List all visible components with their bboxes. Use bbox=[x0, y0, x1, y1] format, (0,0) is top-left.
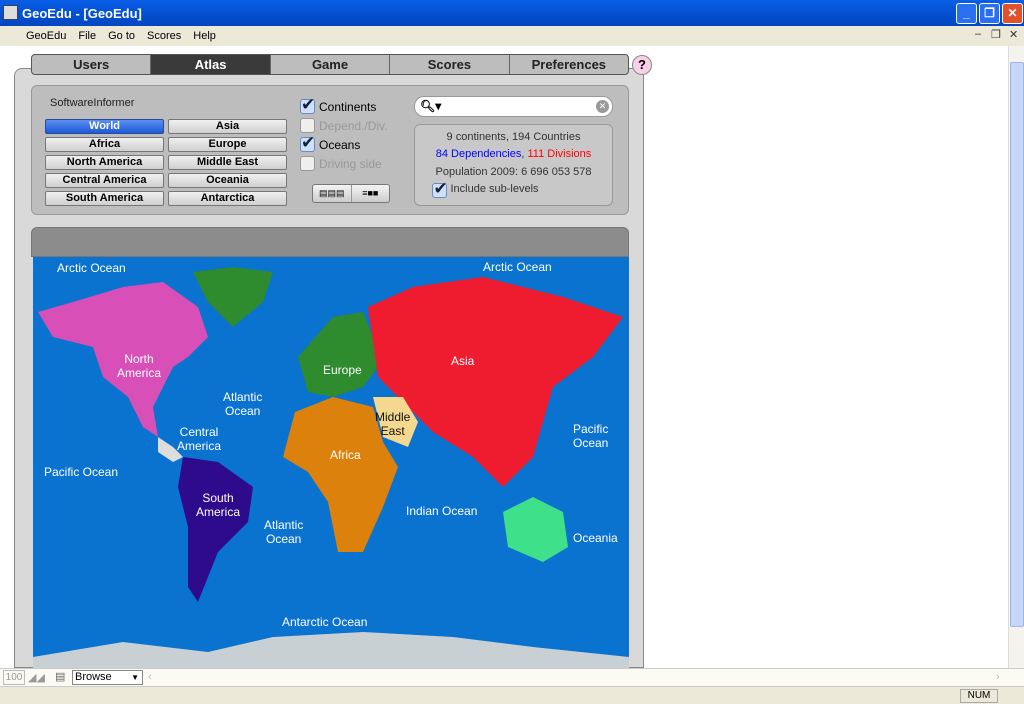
antarctica-region[interactable] bbox=[33, 632, 629, 668]
num-lock-indicator: NUM bbox=[960, 689, 998, 703]
continents-checkbox[interactable]: Continents bbox=[300, 95, 376, 115]
mdi-minimize-button[interactable]: – bbox=[975, 28, 981, 40]
info-box: 9 continents, 194 Countries 84 Dependenc… bbox=[414, 124, 613, 206]
menu-bar: GeoEdu File Go to Scores Help bbox=[0, 26, 1024, 46]
world-map[interactable]: Arctic Ocean Arctic Ocean North America … bbox=[33, 257, 629, 668]
oceania-region[interactable] bbox=[503, 497, 568, 562]
tab-bar: Users Atlas Game Scores Preferences bbox=[31, 54, 629, 75]
list-view-button[interactable]: ▤▤▤ bbox=[313, 185, 352, 202]
dependencies-checkbox[interactable]: Depend./Div. bbox=[300, 118, 387, 133]
app-icon bbox=[3, 5, 18, 20]
map-label-oceania: Oceania bbox=[573, 531, 618, 545]
map-label-asia: Asia bbox=[451, 354, 475, 368]
scroll-right-icon[interactable]: › bbox=[996, 671, 1000, 683]
dependencies-line: 84 Dependencies, 111 Divisions bbox=[435, 148, 592, 160]
map-label-central-america: Central America bbox=[177, 425, 222, 453]
europe-region[interactable] bbox=[298, 312, 378, 397]
checkbox-box[interactable] bbox=[300, 118, 315, 133]
driving-side-checkbox[interactable]: Driving side bbox=[300, 156, 382, 171]
map-label-south-america: South America bbox=[196, 491, 241, 519]
map-label-arctic-ocean-east: Arctic Ocean bbox=[483, 260, 552, 274]
menu-scores[interactable]: Scores bbox=[147, 30, 181, 42]
asia-region[interactable] bbox=[368, 277, 623, 487]
map-label-pacific-ocean-east: Pacific Ocean bbox=[44, 465, 119, 479]
view-toggle: ▤▤▤ ≡■■ bbox=[312, 184, 390, 203]
map-label-atlantic-ocean-south: Atlantic Ocean bbox=[264, 518, 304, 546]
tab-atlas[interactable]: Atlas bbox=[151, 55, 271, 74]
search-icon[interactable]: 🔍︎▾ bbox=[420, 99, 441, 113]
mode-select[interactable]: Browse ▼ bbox=[72, 670, 143, 685]
help-button[interactable]: ? bbox=[632, 55, 652, 75]
map-label-north-america: North America bbox=[117, 352, 162, 380]
chart-icon[interactable]: ◢◢ bbox=[28, 671, 45, 684]
tab-scores[interactable]: Scores bbox=[390, 55, 510, 74]
clear-search-icon[interactable]: ✕ bbox=[596, 100, 609, 113]
maximize-button[interactable]: ❐ bbox=[979, 3, 1000, 24]
region-africa-button[interactable]: Africa bbox=[45, 137, 164, 152]
vertical-scrollbar[interactable] bbox=[1008, 46, 1024, 668]
bottom-toolbar: 100 ◢◢ ▤ Browse ▼ ‹ › bbox=[0, 668, 1024, 686]
include-sublevels-checkbox[interactable]: Include sub-levels bbox=[387, 179, 584, 199]
continents-count: 9 continents, 194 Countries bbox=[446, 131, 581, 143]
map-label-indian-ocean: Indian Ocean bbox=[406, 504, 478, 518]
oceans-checkbox[interactable]: Oceans bbox=[300, 133, 360, 153]
chevron-down-icon: ▼ bbox=[131, 673, 139, 682]
region-world-button[interactable]: World bbox=[45, 119, 164, 134]
scrollbar-thumb[interactable] bbox=[1010, 62, 1024, 627]
tab-preferences[interactable]: Preferences bbox=[510, 55, 628, 74]
checkbox-box[interactable] bbox=[300, 95, 315, 115]
map-label-middle-east: Middle East bbox=[375, 410, 411, 438]
search-field[interactable]: 🔍︎▾ ✕ bbox=[414, 96, 613, 117]
menu-help[interactable]: Help bbox=[193, 30, 216, 42]
menu-file[interactable]: File bbox=[78, 30, 96, 42]
region-asia-button[interactable]: Asia bbox=[168, 119, 287, 134]
title-bar: GeoEdu - [GeoEdu] _ ❐ ✕ bbox=[0, 0, 1024, 26]
region-central-america-button[interactable]: Central America bbox=[45, 173, 164, 188]
grid-view-button[interactable]: ≡■■ bbox=[352, 185, 390, 202]
south-america-region[interactable] bbox=[178, 457, 253, 602]
mdi-close-button[interactable]: ✕ bbox=[1009, 28, 1018, 41]
checkbox-box[interactable] bbox=[432, 179, 448, 199]
greenland-region[interactable] bbox=[193, 267, 273, 327]
region-middle-east-button[interactable]: Middle East bbox=[168, 155, 287, 170]
map-label-pacific-ocean-west: Pacific Ocean bbox=[573, 422, 609, 450]
map-label-africa: Africa bbox=[330, 448, 361, 462]
region-group-label: SoftwareInformer bbox=[50, 97, 135, 109]
minimize-button[interactable]: _ bbox=[956, 3, 977, 24]
layout-icon[interactable]: ▤ bbox=[55, 670, 65, 683]
map-label-europe: Europe bbox=[323, 363, 362, 377]
menu-goto[interactable]: Go to bbox=[108, 30, 135, 42]
checkbox-box[interactable] bbox=[300, 133, 315, 153]
tab-users[interactable]: Users bbox=[32, 55, 152, 74]
map-label-arctic-ocean-west: Arctic Ocean bbox=[57, 261, 126, 275]
menu-geoedu[interactable]: GeoEdu bbox=[26, 30, 66, 42]
status-bar: NUM bbox=[0, 686, 1024, 704]
region-south-america-button[interactable]: South America bbox=[45, 191, 164, 206]
map-header bbox=[31, 227, 629, 257]
population-text: Population 2009: 6 696 053 578 bbox=[435, 166, 592, 178]
map-label-antarctic-ocean: Antarctic Ocean bbox=[282, 615, 368, 629]
region-antarctica-button[interactable]: Antarctica bbox=[168, 191, 287, 206]
close-button[interactable]: ✕ bbox=[1002, 3, 1023, 24]
zoom-level[interactable]: 100 bbox=[3, 670, 25, 685]
map-label-atlantic-ocean-north: Atlantic Ocean bbox=[223, 390, 263, 418]
region-north-america-button[interactable]: North America bbox=[45, 155, 164, 170]
tab-game[interactable]: Game bbox=[271, 55, 391, 74]
region-oceania-button[interactable]: Oceania bbox=[168, 173, 287, 188]
region-europe-button[interactable]: Europe bbox=[168, 137, 287, 152]
mdi-restore-button[interactable]: ❐ bbox=[991, 28, 1001, 41]
window-title: GeoEdu - [GeoEdu] bbox=[22, 5, 142, 21]
scroll-left-icon[interactable]: ‹ bbox=[148, 671, 152, 683]
checkbox-box[interactable] bbox=[300, 156, 315, 171]
